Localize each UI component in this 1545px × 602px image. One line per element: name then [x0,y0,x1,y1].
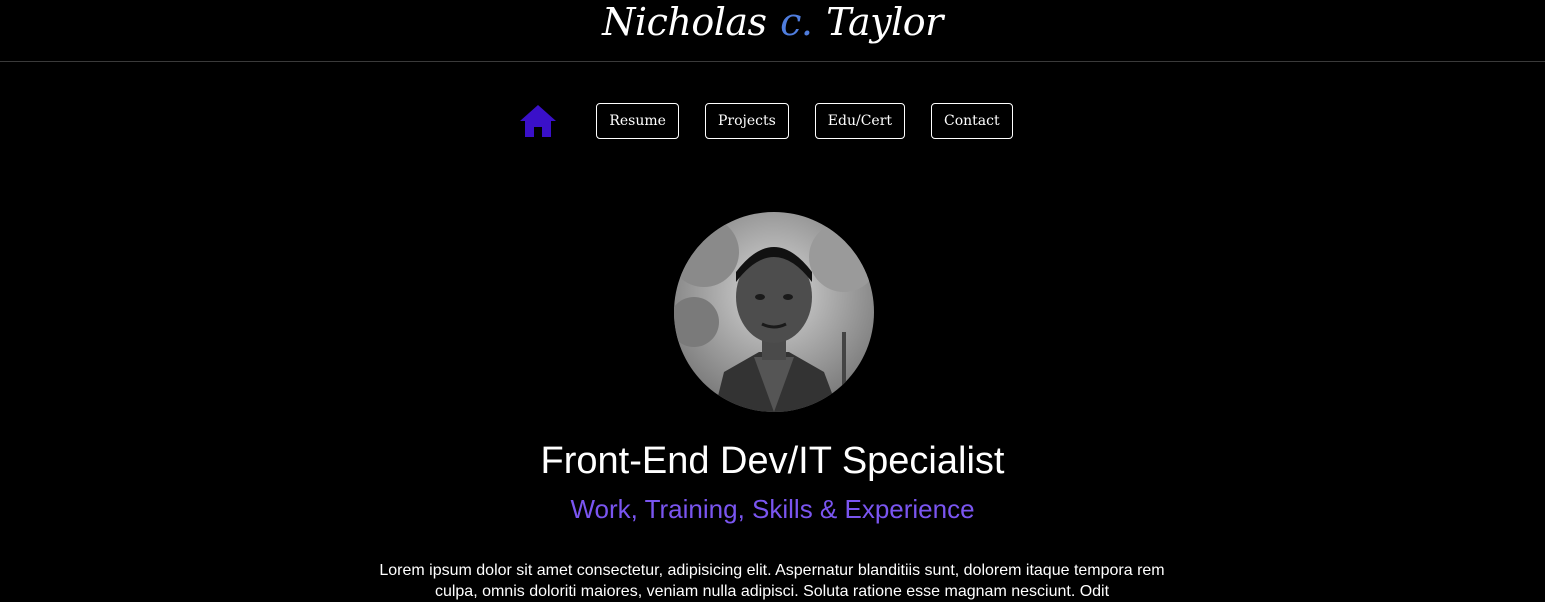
nav-resume-button[interactable]: Resume [596,103,679,139]
nav-edu-cert-button[interactable]: Edu/Cert [814,103,906,139]
main-nav: Resume Projects Edu/Cert Contact [0,102,1545,140]
site-logo[interactable]: Nicholas c. Taylor [0,0,1545,44]
logo-last-name: Taylor [826,0,943,44]
logo-middle-initial: c. [780,0,813,44]
nav-contact-button[interactable]: Contact [931,103,1013,139]
intro-paragraph: Lorem ipsum dolor sit amet consectetur, … [379,562,1165,600]
page-subtitle: Work, Training, Skills & Experience [570,494,975,524]
site-header: Nicholas c. Taylor [0,0,1545,62]
logo-first-name: Nicholas [602,0,767,44]
nav-projects-button[interactable]: Projects [704,103,789,139]
avatar [674,212,874,412]
page-title: Front-End Dev/IT Specialist [540,440,1005,482]
home-icon[interactable] [519,104,557,138]
